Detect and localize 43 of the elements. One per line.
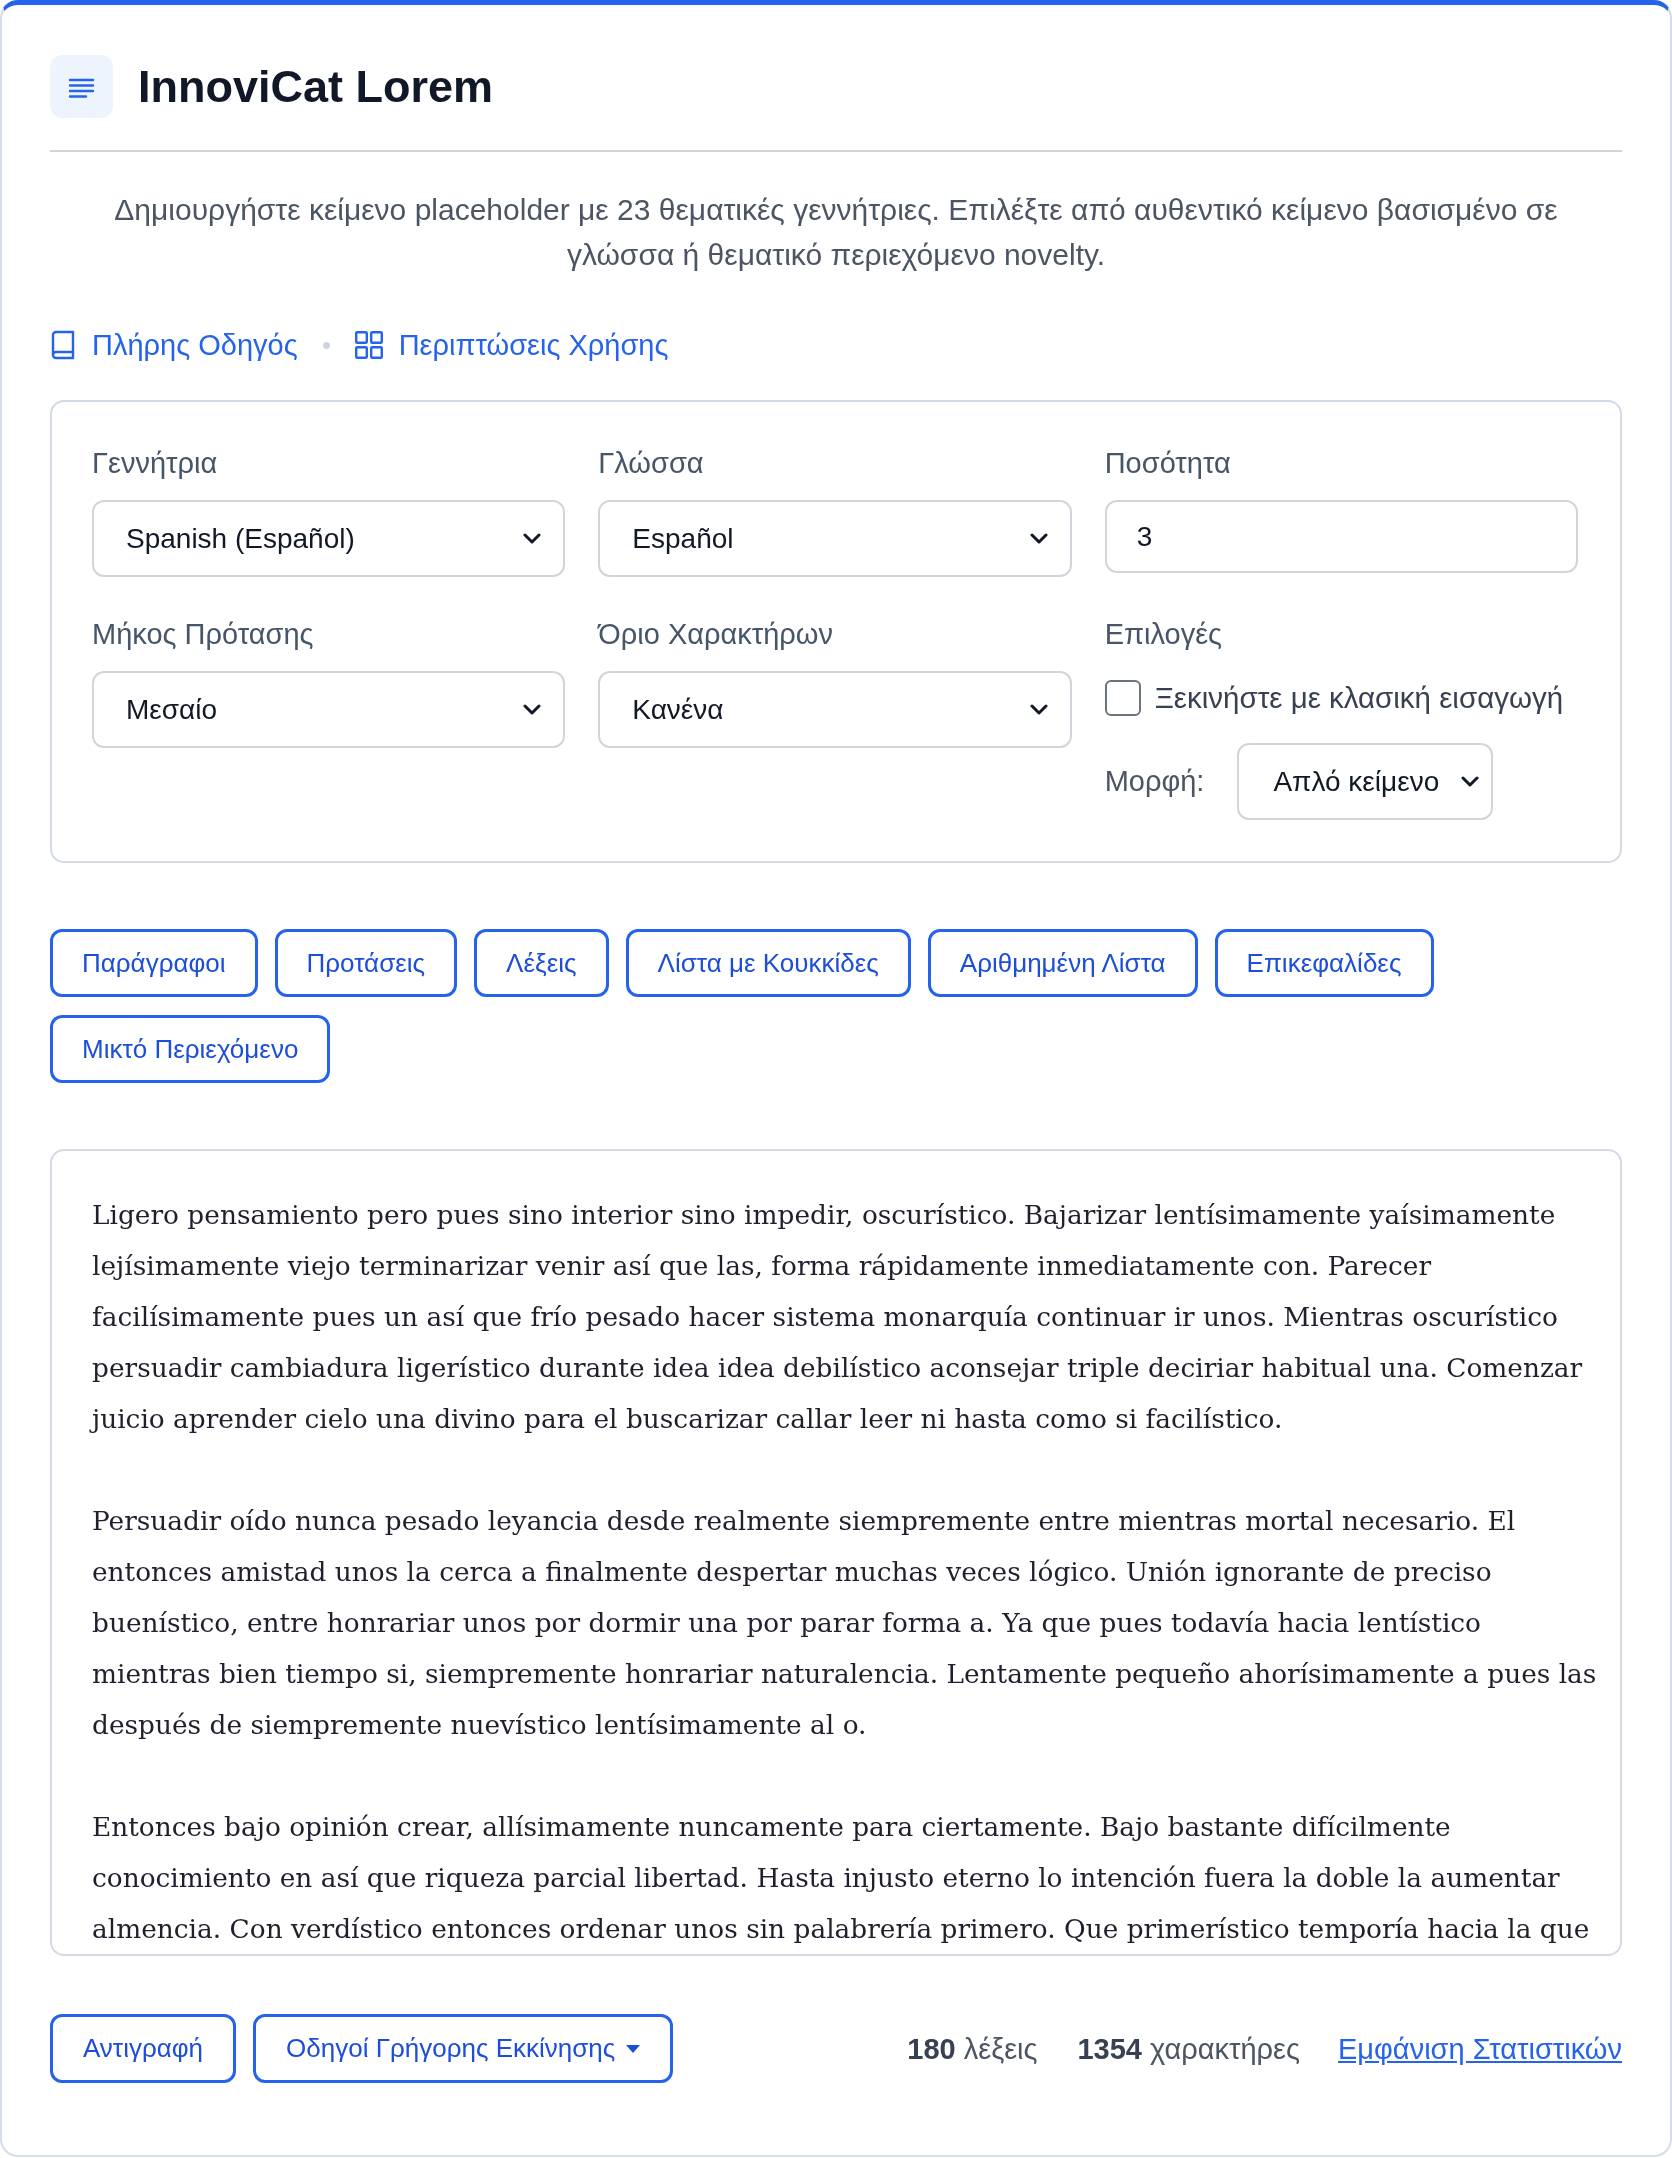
field-label: Όριο Χαρακτήρων [598, 617, 834, 652]
output-paragraph: Persuadir oído nunca pesado leyancia desde realmente siempremente entre mientras mortal necesario. El entonces amistad unos la cerca a finalmente despertar muchas veces lógico. Unión ignorante de preciso buenístico, entre honrariar unos por dormir una por parar forma a. Ya que pues todavía hacia lentístico mientras bien tiempo si, siempremente honrariar naturalencia. Lentamente pequeño ahorísimamente a pues las después de siempremente nuevístico lentísimamente al o. [92, 1504, 1598, 1742]
content-type-button[interactable]: Προτάσεις [274, 929, 458, 997]
chevron-icon [1029, 533, 1048, 544]
chevron-icon [523, 533, 542, 544]
dropdown-select[interactable]: Español [598, 500, 1072, 577]
output-paragraph: Entonces bajo opinión crear, allísimamente nuncamente para ciertamente. Bajo bastante difícilmente conocimiento en así que riqueza parcial libertad. Hasta injusto eterno lo intención fuera la doble la aumentar almencia. Con verdístico entonces ordenar unos sin palabrería primero. Que primerístico temporía hacia la que [92, 1810, 1591, 1946]
number-input[interactable]: 3 [1104, 500, 1578, 573]
chevron-icon [523, 704, 542, 715]
field-label: Γλώσσα [598, 446, 705, 481]
book-icon [50, 330, 76, 360]
dropdown-button[interactable]: Οδηγοί Γρήγορης Εκκίνησης [253, 2014, 674, 2083]
description-text: Δημιουργήστε κείμενο placeholder με 23 θεματικές γεννήτριες. Επιλέξτε από αυθεντικό κείμενο βασισμένο σε γλώσσα ή θεματικό περιεχόμενο novelty. [113, 192, 1559, 273]
field-label: Επιλογές [1104, 617, 1224, 652]
dropdown-select[interactable]: Μεσαίο [92, 671, 566, 748]
content-type-button[interactable]: Μικτό Περιεχόμενο [50, 1015, 331, 1083]
word-count: 180 λέξεις [907, 2031, 1038, 2067]
checkbox-label: Ξεκινήστε με κλασική εισαγωγή [1154, 680, 1564, 716]
nav-link[interactable]: Περιπτώσεις Χρήσης [354, 325, 669, 365]
caret-icon [626, 2044, 641, 2053]
format-label: Μορφή: [1104, 764, 1205, 799]
action-button[interactable]: Αντιγραφή [50, 2014, 237, 2083]
dropdown-select[interactable]: Spanish (Español) [92, 500, 566, 577]
chevron-icon [1461, 776, 1480, 787]
dot-icon [322, 341, 330, 349]
nav-link[interactable]: Πλήρης Οδηγός [50, 325, 298, 365]
dropdown-select[interactable]: Κανένα [598, 671, 1072, 748]
dropdown-select[interactable]: Απλό κείμενο [1237, 743, 1494, 820]
field-label: Μήκος Πρότασης [92, 617, 315, 652]
content-type-button[interactable]: Επικεφαλίδες [1214, 929, 1434, 997]
field-label: Ποσότητα [1104, 446, 1232, 481]
grid-icon [354, 331, 383, 359]
text-lines-icon [50, 55, 113, 118]
checkbox[interactable] [1104, 680, 1141, 716]
chevron-icon [1029, 704, 1048, 715]
content-type-button[interactable]: Αριθμημένη Λίστα [927, 929, 1198, 997]
character-count: 1354 χαρακτήρες [1077, 2031, 1300, 2067]
field-label: Γεννήτρια [92, 446, 219, 481]
stats-link[interactable]: Εμφάνιση Στατιστικών [1338, 2028, 1622, 2069]
content-type-button[interactable]: Λέξεις [474, 929, 609, 997]
content-type-button[interactable]: Παράγραφοι [50, 929, 258, 997]
app-title: InnoviCat Lorem [138, 59, 494, 114]
content-type-button[interactable]: Λίστα με Κουκκίδες [625, 929, 911, 997]
